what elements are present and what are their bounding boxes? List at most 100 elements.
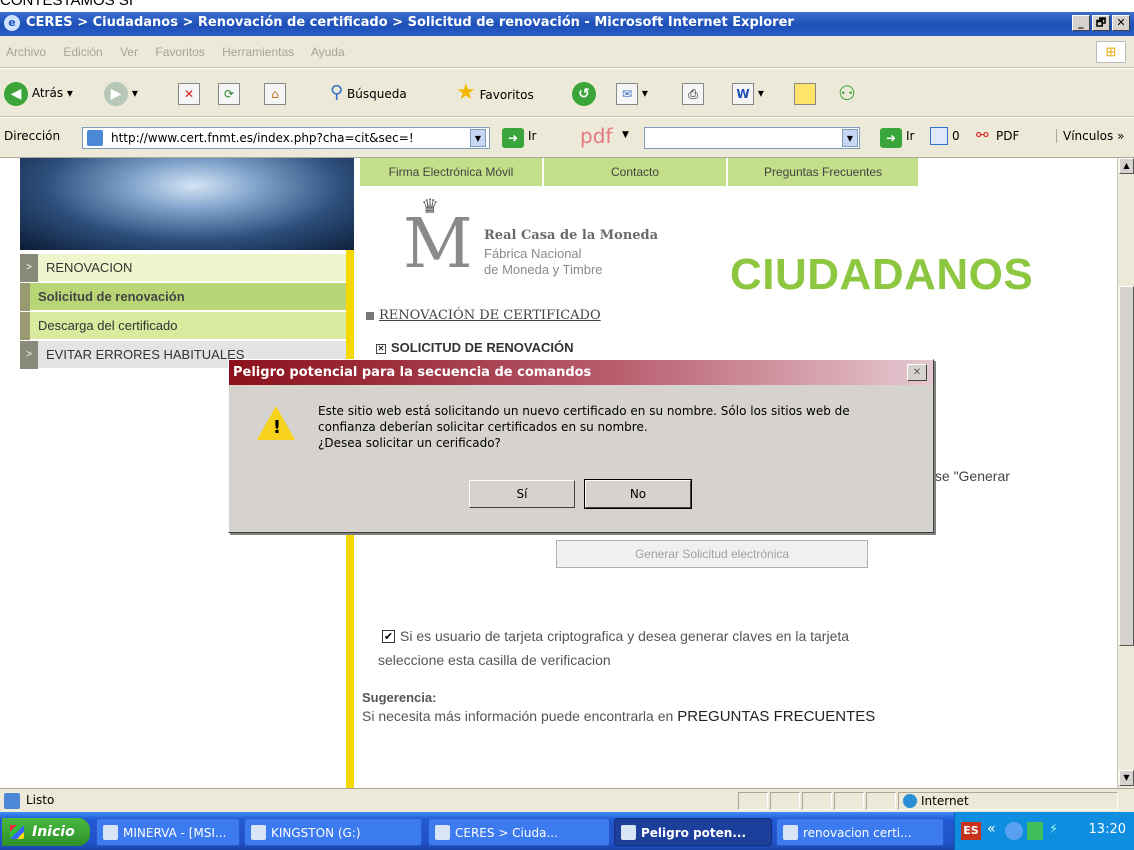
star-icon: ★ — [456, 80, 476, 105]
task-peligro[interactable]: Peligro poten... — [614, 818, 772, 846]
discuss-button[interactable] — [794, 79, 816, 107]
scroll-thumb[interactable] — [1119, 286, 1134, 646]
address-bar: Dirección http://www.cert.fnmt.es/index.… — [0, 118, 1134, 158]
menu-ayuda[interactable]: Ayuda — [311, 45, 345, 59]
refresh-button[interactable]: ⟳ — [218, 79, 240, 107]
address-dropdown-icon[interactable]: ▼ — [470, 129, 486, 147]
menu-marker — [20, 312, 30, 340]
messenger-button[interactable]: ⚇ — [838, 79, 856, 107]
menu-ver[interactable]: Ver — [120, 45, 138, 59]
page-done-icon — [4, 793, 20, 809]
nav-firma-movil[interactable]: Firma Electrónica Móvil — [360, 158, 544, 186]
status-cell — [770, 792, 800, 810]
counter-value: 0 — [952, 129, 960, 143]
go-label[interactable]: Ir — [528, 129, 536, 143]
banner-image — [20, 158, 354, 250]
tray-util-icon[interactable]: ⚡ — [1049, 822, 1058, 837]
page-icon — [87, 130, 103, 146]
task-ceres[interactable]: CERES > Ciuda... — [428, 818, 610, 846]
menu-favoritos[interactable]: Favoritos — [155, 45, 204, 59]
pdf-icon: ⚯ — [976, 126, 989, 144]
home-icon: ⌂ — [264, 82, 286, 105]
tray-app-icon[interactable] — [1027, 822, 1043, 840]
mail-button[interactable]: ✉ ▾ — [616, 79, 648, 107]
word-icon: W — [732, 82, 754, 105]
task-renovacion[interactable]: renovacion certi... — [776, 818, 944, 846]
start-button[interactable]: Inicio — [2, 818, 90, 846]
scroll-up-icon[interactable]: ▲ — [1119, 158, 1134, 174]
menu-marker: > — [20, 341, 38, 369]
search-label: Búsqueda — [347, 87, 407, 101]
task-label: KINGSTON (G:) — [271, 826, 361, 840]
scroll-down-icon[interactable]: ▼ — [1119, 770, 1134, 786]
search-button[interactable]: ⚲ Búsqueda — [330, 79, 407, 107]
address-input[interactable]: http://www.cert.fnmt.es/index.php?cha=ci… — [82, 127, 490, 149]
go2-arrow-icon[interactable]: ➜ — [880, 128, 902, 148]
menu-edicion[interactable]: Edición — [63, 45, 102, 59]
ie-icon — [621, 825, 636, 840]
pdf-dropdown-icon[interactable]: ▼ — [622, 130, 629, 140]
dialog-close-icon[interactable]: ✕ — [907, 364, 927, 381]
messenger-icon: ⚇ — [838, 81, 856, 105]
zone-cell: Internet — [898, 792, 1118, 810]
taskbar: Inicio MINERVA - [MSI... KINGSTON (G:) C… — [0, 812, 1134, 850]
language-indicator[interactable]: ES — [961, 822, 981, 840]
status-cell — [802, 792, 832, 810]
menu-item-descarga[interactable]: Descarga del certificado — [20, 312, 346, 340]
menu-item-solicitud[interactable]: Solicitud de renovación — [20, 283, 346, 311]
network-icon[interactable] — [1005, 822, 1023, 840]
page-heading: CIUDADANOS — [730, 250, 1034, 299]
script-warning-dialog: Peligro potencial para la secuencia de c… — [228, 359, 934, 533]
menu-archivo[interactable]: Archivo — [6, 45, 46, 59]
links-button[interactable]: Vínculos » — [1056, 129, 1124, 143]
faq-link[interactable]: PREGUNTAS FRECUENTES — [677, 708, 875, 725]
history-button[interactable]: ↺ — [572, 79, 596, 107]
instruction-fragment: ulse "Generar — [924, 468, 1010, 484]
print-button[interactable]: ⎙ — [682, 79, 704, 107]
task-minerva[interactable]: MINERVA - [MSI... — [96, 818, 240, 846]
task-label: Peligro poten... — [641, 826, 747, 840]
back-label: Atrás — [31, 86, 64, 100]
expand-tray-icon[interactable]: « — [987, 821, 996, 837]
menu-label: RENOVACION — [46, 260, 133, 275]
history-icon: ↺ — [572, 81, 596, 106]
favorites-button[interactable]: ★ Favoritos — [456, 79, 534, 107]
dialog-yes-button[interactable]: Sí — [469, 480, 575, 508]
pdf-button[interactable]: PDF — [996, 129, 1019, 143]
status-cell — [866, 792, 896, 810]
menu-herramientas[interactable]: Herramientas — [222, 45, 294, 59]
dialog-no-button[interactable]: No — [585, 480, 691, 508]
drive-icon — [251, 825, 266, 840]
logo-line3: de Moneda y Timbre — [484, 262, 603, 277]
smartcard-label-line2: seleccione esta casilla de verificacion — [378, 652, 611, 668]
close-button[interactable]: ✕ — [1112, 15, 1130, 31]
go-arrow-icon[interactable]: ➜ — [502, 128, 524, 148]
zone-label: Internet — [921, 794, 969, 808]
nav-preguntas[interactable]: Preguntas Frecuentes — [728, 158, 920, 186]
generate-request-button[interactable]: Generar Solicitud electrónica — [556, 540, 868, 568]
dialog-message-line3: ¿Desea solicitar un cerificado? — [318, 436, 501, 450]
stop-button[interactable]: ✕ — [178, 79, 200, 107]
vertical-scrollbar[interactable]: ▲ ▼ — [1117, 158, 1134, 788]
forward-button[interactable]: ▶ ▾ — [104, 79, 138, 107]
warning-mark: ! — [272, 417, 282, 438]
favorites-label: Favoritos — [479, 88, 534, 102]
pdf-search-dropdown-icon[interactable]: ▼ — [842, 129, 858, 147]
status-text: Listo — [26, 793, 55, 807]
top-nav: Firma Electrónica Móvil Contacto Pregunt… — [360, 158, 920, 186]
back-button[interactable]: ◀ Atrás ▾ — [4, 79, 73, 107]
pdf-search-input[interactable] — [644, 127, 860, 149]
minimize-button[interactable]: _ — [1072, 15, 1090, 31]
nav-contacto[interactable]: Contacto — [544, 158, 728, 186]
section-link[interactable]: RENOVACIÓN DE CERTIFICADO — [366, 308, 601, 323]
home-button[interactable]: ⌂ — [264, 79, 286, 107]
address-label: Dirección — [4, 129, 61, 143]
menu-item-renovacion[interactable]: > RENOVACION — [20, 254, 346, 282]
ie-icon: e — [4, 15, 20, 31]
task-label: renovacion certi... — [803, 826, 912, 840]
maximize-button[interactable]: 🗗 — [1092, 15, 1110, 31]
task-kingston[interactable]: KINGSTON (G:) — [244, 818, 422, 846]
go2-label[interactable]: Ir — [906, 129, 914, 143]
edit-button[interactable]: W ▾ — [732, 79, 764, 107]
smartcard-checkbox[interactable]: ✔ — [382, 630, 395, 643]
